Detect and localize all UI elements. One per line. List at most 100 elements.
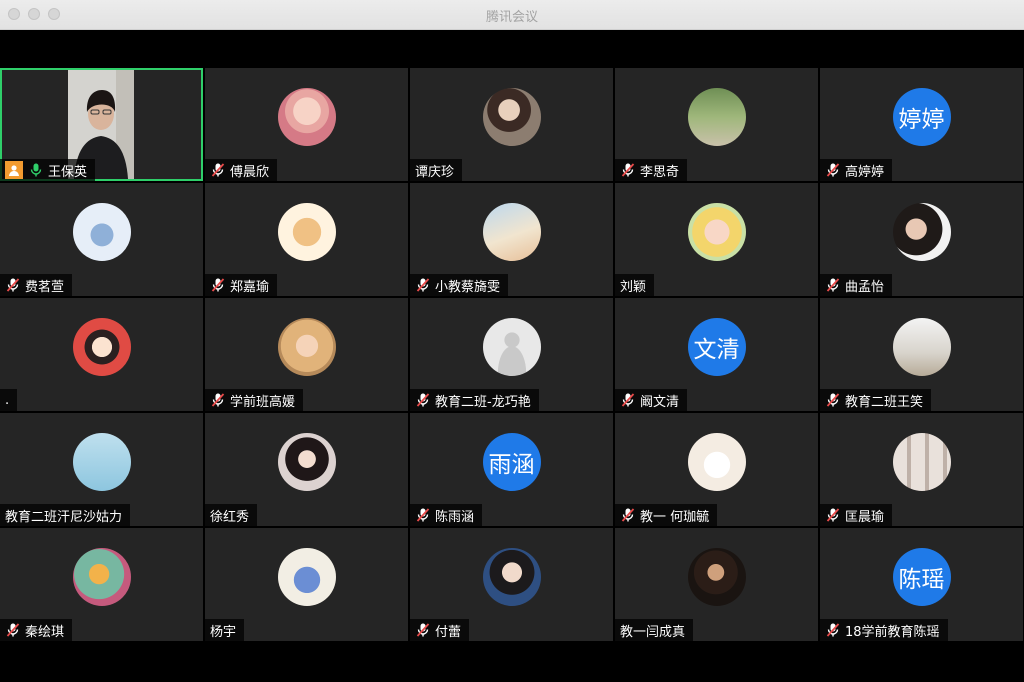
mic-muted-icon	[826, 393, 840, 407]
mic-muted-icon	[416, 393, 430, 407]
participant-name-tag: 陈雨涵	[410, 504, 483, 526]
participant-name: 教育二班汗尼沙姑力	[5, 509, 123, 525]
participant-name-tag: 18学前教育陈瑶	[820, 619, 948, 641]
participant-tile[interactable]: 刘颖	[615, 183, 818, 296]
participant-name: 18学前教育陈瑶	[845, 624, 940, 640]
participant-name-tag: 小教蔡旖雯	[410, 274, 509, 296]
participant-tile[interactable]: 陈瑶 18学前教育陈瑶	[820, 528, 1023, 641]
mic-icon	[30, 163, 42, 177]
participant-tile[interactable]: 秦绘琪	[0, 528, 203, 641]
avatar	[892, 202, 951, 261]
participant-name: 郑嘉瑜	[230, 279, 270, 295]
participant-name: 傅晨欣	[230, 164, 270, 180]
title-bar: 腾讯会议	[0, 0, 1024, 30]
host-user-icon	[5, 161, 23, 179]
participant-name: 刘颖	[620, 279, 647, 295]
participant-name-tag: 教育二班汗尼沙姑力	[0, 504, 131, 526]
avatar	[277, 87, 336, 146]
participant-tile[interactable]: 教育二班-龙巧艳	[410, 298, 613, 411]
participant-tile[interactable]: 婷婷高婷婷	[820, 68, 1023, 181]
avatar	[482, 87, 541, 146]
avatar	[482, 317, 541, 376]
mic-muted-icon	[416, 278, 430, 292]
participant-name: 高婷婷	[845, 164, 885, 180]
participant-tile[interactable]: 小教蔡旖雯	[410, 183, 613, 296]
avatar	[72, 202, 131, 261]
participant-tile[interactable]: 文清阚文清	[615, 298, 818, 411]
participant-name: 教育二班-龙巧艳	[435, 394, 531, 410]
participant-name: 教一闫成真	[620, 624, 686, 640]
participant-tile[interactable]: 傅晨欣	[205, 68, 408, 181]
participant-name: 徐红秀	[210, 509, 250, 525]
participant-name-tag: 教育二班王笑	[820, 389, 932, 411]
mic-muted-icon	[621, 508, 635, 522]
avatar-initials: 陈瑶	[892, 547, 951, 606]
mic-muted-icon	[621, 393, 635, 407]
participant-name-tag: 费茗萱	[0, 274, 73, 296]
participant-tile[interactable]: 谭庆珍	[410, 68, 613, 181]
participant-name: 阚文清	[640, 394, 680, 410]
participant-name-tag: 匡晨瑜	[820, 504, 893, 526]
avatar	[687, 432, 746, 491]
participant-name: 李思奇	[640, 164, 680, 180]
mic-muted-icon	[826, 623, 840, 637]
participant-tile[interactable]: 学前班高媛	[205, 298, 408, 411]
avatar	[892, 317, 951, 376]
participant-tile[interactable]: 李思奇	[615, 68, 818, 181]
participant-name-tag: 徐红秀	[205, 504, 258, 526]
participant-tile[interactable]: 教一闫成真	[615, 528, 818, 641]
avatar-initials: 雨涵	[482, 432, 541, 491]
participant-name: 王保英	[48, 164, 88, 180]
avatar-initials: 文清	[687, 317, 746, 376]
participant-name: 学前班高媛	[230, 394, 296, 410]
participant-name-tag: 学前班高媛	[205, 389, 304, 411]
participant-name: 费茗萱	[25, 279, 65, 295]
bottom-bar	[0, 643, 1024, 682]
participant-name-tag: 傅晨欣	[205, 159, 278, 181]
participant-tile[interactable]: 费茗萱	[0, 183, 203, 296]
avatar	[892, 432, 951, 491]
mic-muted-icon	[826, 278, 840, 292]
participant-tile[interactable]: 付蕾	[410, 528, 613, 641]
participant-tile[interactable]: .	[0, 298, 203, 411]
participant-name: 曲孟怡	[845, 279, 885, 295]
mic-muted-icon	[211, 163, 225, 177]
participant-tile[interactable]: 郑嘉瑜	[205, 183, 408, 296]
participant-name: 教一 何珈毓	[640, 509, 710, 525]
participant-name-tag: 秦绘琪	[0, 619, 73, 641]
participant-name-tag: 刘颖	[615, 274, 655, 296]
mic-muted-icon	[621, 163, 635, 177]
participant-tile[interactable]: 教育二班王笑	[820, 298, 1023, 411]
participant-grid: 王保英 傅晨欣 谭庆珍 李思奇 婷婷 高婷婷 费茗萱 郑嘉瑜 小教蔡旖雯 刘颖 曲孟怡. 学前班高媛教…	[0, 68, 1024, 643]
participant-name-tag: 王保英	[0, 159, 96, 181]
participant-name-tag: 郑嘉瑜	[205, 274, 278, 296]
participant-name-tag: 李思奇	[615, 159, 688, 181]
participant-name-tag: 曲孟怡	[820, 274, 893, 296]
mic-muted-icon	[6, 623, 20, 637]
mic-muted-icon	[826, 508, 840, 522]
participant-name: 谭庆珍	[415, 164, 455, 180]
participant-name-tag: 杨宇	[205, 619, 245, 641]
participant-name-tag: .	[0, 389, 18, 411]
participant-name: 小教蔡旖雯	[435, 279, 501, 295]
participant-tile[interactable]: 匡晨瑜	[820, 413, 1023, 526]
participant-tile[interactable]: 徐红秀	[205, 413, 408, 526]
mic-muted-icon	[826, 163, 840, 177]
participant-name: .	[5, 392, 10, 408]
participant-tile[interactable]: 杨宇	[205, 528, 408, 641]
avatar	[277, 202, 336, 261]
avatar	[482, 202, 541, 261]
participant-tile[interactable]: 教育二班汗尼沙姑力	[0, 413, 203, 526]
participant-tile[interactable]: 雨涵陈雨涵	[410, 413, 613, 526]
participant-tile[interactable]: 曲孟怡	[820, 183, 1023, 296]
participant-tile[interactable]: 王保英	[0, 68, 203, 181]
avatar	[482, 547, 541, 606]
participant-tile[interactable]: 教一 何珈毓	[615, 413, 818, 526]
participant-name: 秦绘琪	[25, 624, 65, 640]
avatar	[72, 432, 131, 491]
avatar	[687, 202, 746, 261]
participant-name: 杨宇	[210, 624, 237, 640]
avatar-initials: 婷婷	[892, 87, 951, 146]
participant-name-tag: 谭庆珍	[410, 159, 463, 181]
participant-name: 匡晨瑜	[845, 509, 885, 525]
